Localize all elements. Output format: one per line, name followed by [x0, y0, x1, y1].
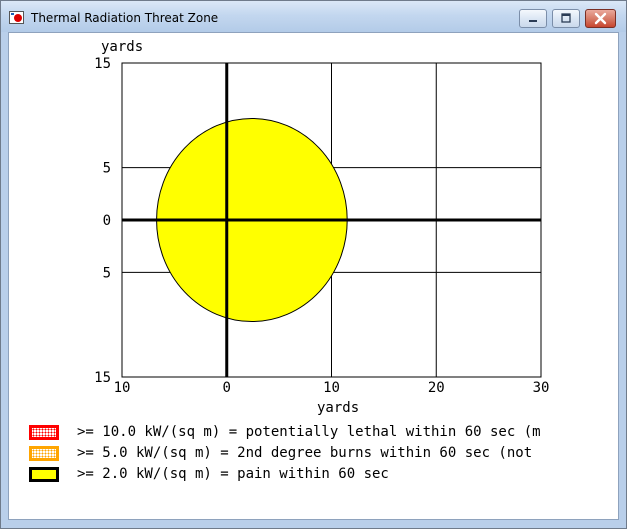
y-tick-label: 15 [94, 56, 111, 72]
x-tick-label: 10 [114, 380, 131, 396]
x-tick-label: 20 [428, 380, 445, 396]
minimize-icon [529, 20, 537, 22]
maximize-button[interactable] [552, 9, 580, 28]
legend-label-burns: >= 5.0 kW/(sq m) = 2nd degree burns with… [77, 445, 533, 461]
close-button[interactable] [585, 9, 616, 28]
threat-zone-window: Thermal Radiation Threat Zone yards 15 5 0… [0, 0, 627, 529]
lethal-zone-swatch [29, 425, 59, 440]
x-tick-label: 0 [223, 380, 231, 396]
y-tick-label: 5 [103, 161, 111, 177]
x-tick-label: 30 [533, 380, 550, 396]
close-icon [594, 12, 607, 25]
title-bar[interactable]: Thermal Radiation Threat Zone [1, 1, 626, 32]
y-axis-label: yards [101, 39, 143, 55]
legend: >= 10.0 kW/(sq m) = potentially lethal w… [9, 421, 618, 491]
y-tick-label: 15 [94, 370, 111, 386]
legend-label-lethal: >= 10.0 kW/(sq m) = potentially lethal w… [77, 424, 541, 440]
window-title: Thermal Radiation Threat Zone [31, 11, 219, 25]
x-axis-label: yards [317, 400, 359, 416]
y-tick-label: 0 [103, 213, 111, 229]
y-tick-label: 5 [103, 265, 111, 281]
burns-zone-swatch [29, 446, 59, 461]
threat-zone-plot: yards 15 5 0 5 15 10 0 10 20 30 yards [94, 39, 550, 416]
app-icon [9, 11, 24, 24]
minimize-button[interactable] [519, 9, 547, 28]
client-area: yards 15 5 0 5 15 10 0 10 20 30 yards >= 10.0 kW… [8, 32, 619, 520]
legend-label-pain: >= 2.0 kW/(sq m) = pain within 60 sec [77, 466, 389, 482]
pain-zone-swatch [29, 467, 59, 482]
maximize-icon [561, 13, 571, 23]
x-tick-label: 10 [323, 380, 340, 396]
